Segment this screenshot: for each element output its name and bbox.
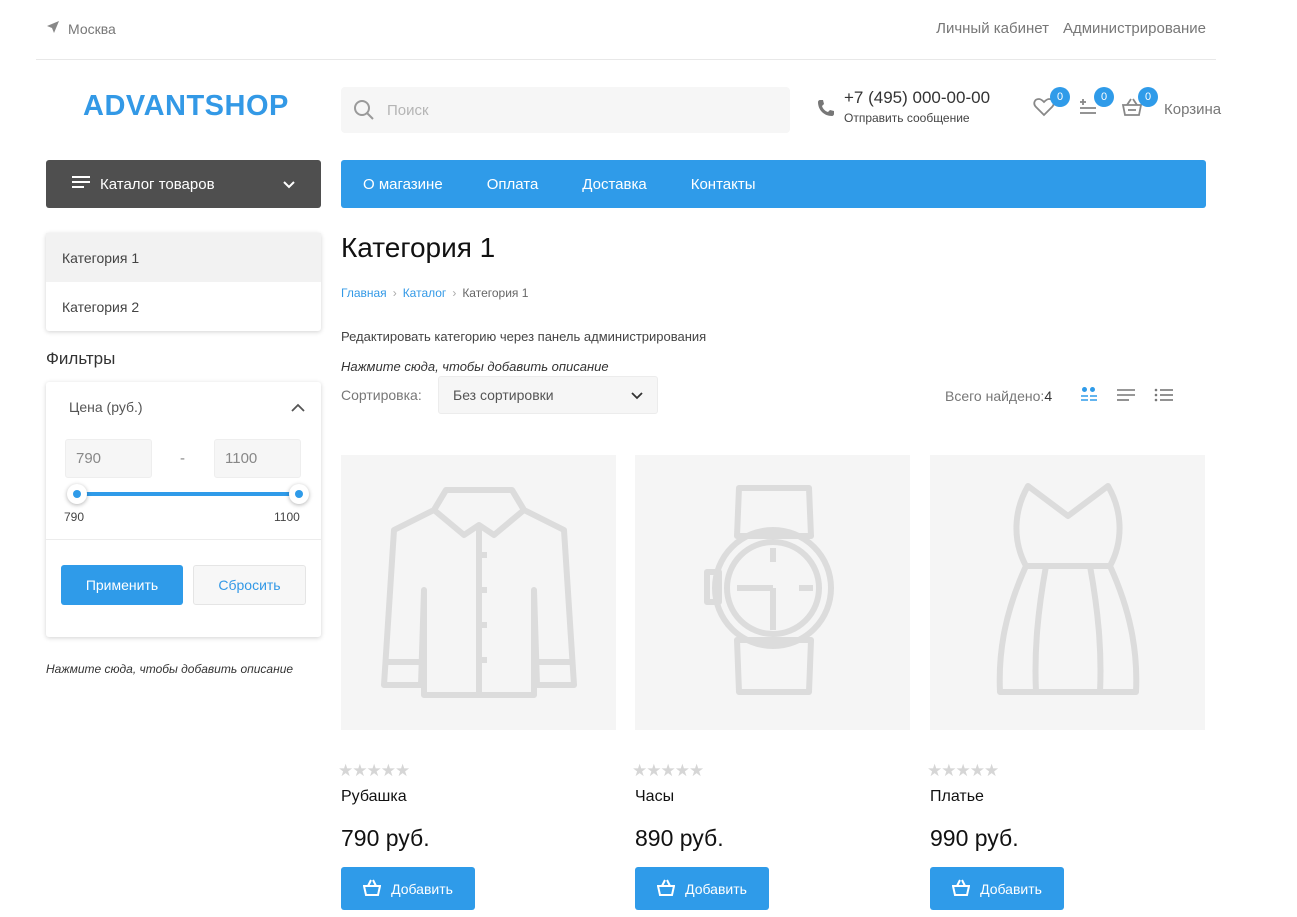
- nav-item-delivery[interactable]: Доставка: [582, 176, 646, 193]
- cart-button[interactable]: 0: [1118, 87, 1158, 123]
- watch-icon: [703, 480, 843, 705]
- breadcrumb-catalog[interactable]: Каталог: [403, 286, 447, 300]
- phone-number[interactable]: +7 (495) 000-00-00: [844, 88, 990, 108]
- sidebar-add-description-link[interactable]: Нажмите сюда, чтобы добавить описание: [46, 662, 293, 676]
- grid-view-icon[interactable]: [1080, 386, 1098, 409]
- product-image[interactable]: [930, 455, 1205, 730]
- add-to-cart-button[interactable]: Добавить: [341, 867, 475, 910]
- rating-stars[interactable]: ★★★★★: [338, 761, 410, 781]
- chevron-up-icon: [291, 399, 305, 415]
- product-card: ★★★★★ Платье 990 руб. Добавить: [927, 455, 1205, 910]
- list-view-icon[interactable]: [1116, 386, 1136, 409]
- table-view-icon[interactable]: [1154, 386, 1174, 409]
- basket-icon: [951, 879, 971, 899]
- account-link[interactable]: Личный кабинет: [936, 20, 1049, 37]
- city-selector[interactable]: Москва: [46, 20, 116, 37]
- hamburger-icon: [72, 175, 90, 193]
- compare-button[interactable]: 0: [1074, 87, 1114, 123]
- found-label: Всего найдено:: [945, 388, 1045, 404]
- search-input[interactable]: [387, 90, 767, 130]
- nav-item-contacts[interactable]: Контакты: [691, 176, 756, 193]
- cart-label[interactable]: Корзина: [1164, 101, 1221, 118]
- filter-divider: [46, 539, 321, 540]
- add-to-cart-button[interactable]: Добавить: [930, 867, 1064, 910]
- basket-icon: [656, 879, 676, 899]
- chevron-down-icon: [283, 176, 295, 193]
- nav-item-payment[interactable]: Оплата: [487, 176, 539, 193]
- search-box: [341, 87, 790, 133]
- breadcrumb: Главная › Каталог › Категория 1: [341, 286, 528, 300]
- category-item-2[interactable]: Категория 2: [46, 282, 321, 331]
- price-filter-panel: Цена (руб.) - 790 1100 Применить Сбросит…: [46, 382, 321, 637]
- price-slider-min-handle[interactable]: [67, 484, 87, 504]
- price-filter-label: Цена (руб.): [69, 399, 143, 415]
- cart-count-badge: 0: [1138, 87, 1158, 107]
- location-arrow-icon: [46, 20, 60, 37]
- breadcrumb-current: Категория 1: [462, 286, 529, 300]
- price-filter-header[interactable]: Цена (руб.): [69, 399, 305, 415]
- breadcrumb-home[interactable]: Главная: [341, 286, 387, 300]
- price-range-dash: -: [180, 450, 185, 467]
- sort-select[interactable]: Без сортировки: [438, 376, 658, 414]
- view-mode-switcher: [1080, 386, 1174, 409]
- product-image[interactable]: [341, 455, 616, 730]
- chevron-right-icon: ›: [392, 286, 397, 300]
- add-to-cart-label: Добавить: [980, 880, 1042, 897]
- product-price: 790 руб.: [341, 825, 430, 851]
- reset-filter-button[interactable]: Сбросить: [193, 565, 306, 605]
- basket-icon: [362, 879, 382, 899]
- sort-value: Без сортировки: [453, 387, 554, 403]
- nav-item-about[interactable]: О магазине: [363, 176, 443, 193]
- product-price: 890 руб.: [635, 825, 724, 851]
- admin-link[interactable]: Администрирование: [1063, 20, 1206, 37]
- wishlist-count-badge: 0: [1050, 87, 1070, 107]
- catalog-menu-button[interactable]: Каталог товаров: [46, 160, 321, 208]
- product-price: 990 руб.: [930, 825, 1019, 851]
- category-item-1[interactable]: Категория 1: [46, 233, 321, 282]
- price-slider-track[interactable]: [76, 492, 299, 496]
- found-count-text: Всего найдено:4: [945, 388, 1052, 404]
- category-list: Категория 1 Категория 2: [46, 233, 321, 331]
- wishlist-button[interactable]: 0: [1030, 87, 1070, 123]
- rating-stars[interactable]: ★★★★★: [927, 761, 999, 781]
- price-min-input[interactable]: [65, 439, 152, 478]
- logo[interactable]: ADVANTSHOP: [83, 90, 289, 123]
- found-count: 4: [1044, 388, 1053, 404]
- page-title: Категория 1: [341, 232, 496, 263]
- product-card: ★★★★★ Часы 890 руб. Добавить: [632, 455, 910, 910]
- add-to-cart-button[interactable]: Добавить: [635, 867, 769, 910]
- phone-icon: [816, 98, 836, 125]
- top-bar: Москва Личный кабинет Администрирование: [36, 0, 1216, 60]
- search-icon[interactable]: [341, 99, 387, 121]
- add-to-cart-label: Добавить: [685, 880, 747, 897]
- product-image[interactable]: [635, 455, 910, 730]
- price-max-input[interactable]: [214, 439, 301, 478]
- edit-category-link[interactable]: Редактировать категорию через панель адм…: [341, 329, 706, 344]
- filters-title: Фильтры: [46, 349, 116, 368]
- city-label: Москва: [68, 20, 116, 37]
- sort-label: Сортировка:: [341, 387, 422, 403]
- main-nav: О магазине Оплата Доставка Контакты: [341, 160, 1206, 208]
- phone-block: +7 (495) 000-00-00 Отправить сообщение: [816, 88, 990, 125]
- price-slider-max-handle[interactable]: [289, 484, 309, 504]
- shirt-icon: [374, 480, 584, 705]
- send-message-link[interactable]: Отправить сообщение: [844, 111, 990, 125]
- add-to-cart-label: Добавить: [391, 880, 453, 897]
- product-name[interactable]: Рубашка: [341, 788, 407, 806]
- product-card: ★★★★★ Рубашка 790 руб. Добавить: [338, 455, 616, 910]
- chevron-right-icon: ›: [452, 286, 457, 300]
- catalog-menu-label: Каталог товаров: [100, 175, 215, 193]
- apply-filter-button[interactable]: Применить: [61, 565, 183, 605]
- product-name[interactable]: Платье: [930, 788, 984, 806]
- price-range-max-label: 1100: [274, 510, 300, 524]
- rating-stars[interactable]: ★★★★★: [632, 761, 704, 781]
- chevron-down-icon: [631, 387, 643, 403]
- add-description-link[interactable]: Нажмите сюда, чтобы добавить описание: [341, 359, 609, 374]
- compare-count-badge: 0: [1094, 87, 1114, 107]
- product-name[interactable]: Часы: [635, 788, 674, 806]
- price-range-min-label: 790: [64, 510, 85, 524]
- dress-icon: [988, 480, 1148, 705]
